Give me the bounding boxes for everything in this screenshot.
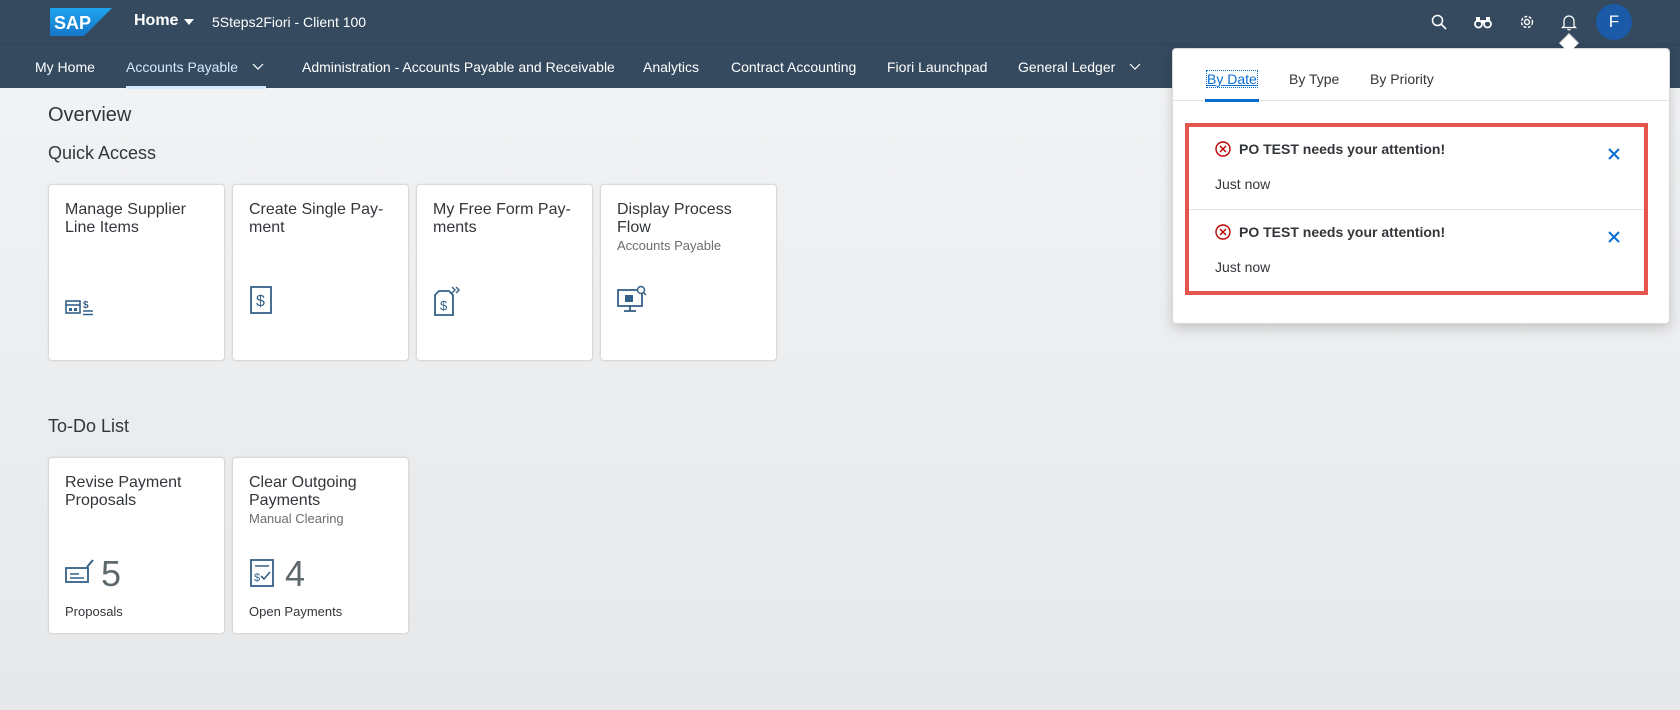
svg-text:$: $ xyxy=(440,298,448,313)
client-label: 5Steps2Fiori - Client 100 xyxy=(212,14,367,30)
notification-title: PO TEST needs your attention! xyxy=(1239,141,1446,157)
error-circle-icon xyxy=(1215,224,1231,240)
tile-subtitle: Manual Clearing xyxy=(249,511,344,526)
tab-by-type[interactable]: By Type xyxy=(1289,71,1339,87)
tab-label: By Type xyxy=(1289,71,1340,87)
tile-revise-payment-proposals[interactable]: Revise Payment Proposals 5 Proposals xyxy=(48,457,225,634)
nav-label: Analytics xyxy=(643,59,700,75)
svg-text:$: $ xyxy=(254,572,260,584)
nav-item-accounts-payable[interactable]: Accounts Payable xyxy=(126,45,267,89)
tile-footer: Proposals xyxy=(65,604,123,619)
notification-tabs: By Date By Type By Priority xyxy=(1173,49,1669,102)
tab-by-priority[interactable]: By Priority xyxy=(1370,71,1434,87)
process-monitor-icon xyxy=(617,285,647,312)
nav-label: Administration - Accounts Payable and Re… xyxy=(302,59,615,75)
caret-down-icon xyxy=(184,19,195,25)
page-title: Overview xyxy=(48,104,132,126)
tile-title: My Free Form Pay­ments xyxy=(433,201,571,236)
tile-count: 5 xyxy=(101,553,122,594)
tile-title: Revise Payment Proposals xyxy=(65,474,182,509)
nav-item-analytics[interactable]: Analytics xyxy=(643,45,699,89)
nav-item-administration[interactable]: Administration - Accounts Payable and Re… xyxy=(302,45,615,89)
close-icon[interactable] xyxy=(1607,230,1621,244)
binoculars-icon[interactable] xyxy=(1472,11,1494,33)
nav-label: My Home xyxy=(35,59,95,75)
nav-item-my-home[interactable]: My Home xyxy=(35,45,95,89)
error-circle-icon xyxy=(1215,141,1231,157)
svg-text:$: $ xyxy=(83,300,89,311)
chevron-down-icon xyxy=(1129,63,1141,70)
home-menu-button[interactable]: Home xyxy=(134,12,195,30)
notification-list: PO TEST needs your attention! Just now P… xyxy=(1185,123,1648,295)
quick-access-heading: Quick Access xyxy=(48,143,157,163)
tile-subtitle: Accounts Payable xyxy=(617,238,722,253)
tile-my-free-form-payments[interactable]: My Free Form Pay­ments $ xyxy=(416,184,593,361)
notification-item[interactable]: PO TEST needs your attention! Just now xyxy=(1189,209,1644,291)
nav-item-general-ledger[interactable]: General Ledger xyxy=(1018,45,1141,89)
close-icon[interactable] xyxy=(1607,147,1621,161)
shell-header: SAP Home 5Steps2Fiori - Client 100 F xyxy=(0,0,1680,44)
tab-label: By Priority xyxy=(1370,71,1434,87)
tile-title: Clear Outgoing Payments xyxy=(249,474,357,509)
tile-title: Manage Supplier Line Items xyxy=(65,201,186,236)
nav-item-contract-accounting[interactable]: Contract Accounting xyxy=(731,45,856,89)
dollar-form-icon: $ xyxy=(434,286,460,316)
notification-title: PO TEST needs your attention! xyxy=(1239,224,1446,240)
tab-label: By Date xyxy=(1206,70,1258,88)
nav-label: General Ledger xyxy=(1018,59,1116,75)
sap-logo[interactable]: SAP xyxy=(50,8,112,36)
tile-manage-supplier-line-items[interactable]: Manage Supplier Line Items $ xyxy=(48,184,225,361)
nav-label: Accounts Payable xyxy=(126,59,239,75)
user-avatar[interactable]: F xyxy=(1596,4,1632,40)
home-label: Home xyxy=(134,12,179,29)
notification-item[interactable]: PO TEST needs your attention! Just now xyxy=(1189,127,1644,209)
notification-time: Just now xyxy=(1215,259,1271,275)
logo-text: SAP xyxy=(54,13,91,33)
notification-time: Just now xyxy=(1215,176,1271,192)
bell-icon[interactable] xyxy=(1558,11,1580,33)
tile-title: Create Single Pay­ment xyxy=(249,201,384,236)
svg-text:$: $ xyxy=(256,293,265,310)
tile-title: Display Process Flow xyxy=(617,201,732,236)
tile-clear-outgoing-payments[interactable]: Clear Outgoing Payments Manual Clearing … xyxy=(232,457,409,634)
notifications-popover: By Date By Type By Priority PO TEST need… xyxy=(1172,48,1670,324)
nav-label: Contract Accounting xyxy=(731,59,857,75)
todo-list-heading: To-Do List xyxy=(48,416,130,436)
search-icon[interactable] xyxy=(1428,11,1450,33)
gear-icon[interactable] xyxy=(1516,11,1538,33)
dollar-checklist-icon: $ xyxy=(250,559,274,587)
dollar-document-icon: $ xyxy=(250,286,272,314)
chevron-down-icon xyxy=(252,63,264,70)
nav-label: Fiori Launchpad xyxy=(887,59,988,75)
check-edit-icon xyxy=(65,559,94,583)
tile-footer: Open Payments xyxy=(249,604,343,619)
tab-by-date[interactable]: By Date xyxy=(1205,70,1259,102)
tile-count: 4 xyxy=(285,553,306,594)
tile-display-process-flow[interactable]: Display Process Flow Accounts Payable xyxy=(600,184,777,361)
tile-create-single-payment[interactable]: Create Single Pay­ment $ xyxy=(232,184,409,361)
supplier-payment-icon: $ xyxy=(65,300,93,316)
nav-item-fiori-launchpad[interactable]: Fiori Launchpad xyxy=(887,45,987,89)
